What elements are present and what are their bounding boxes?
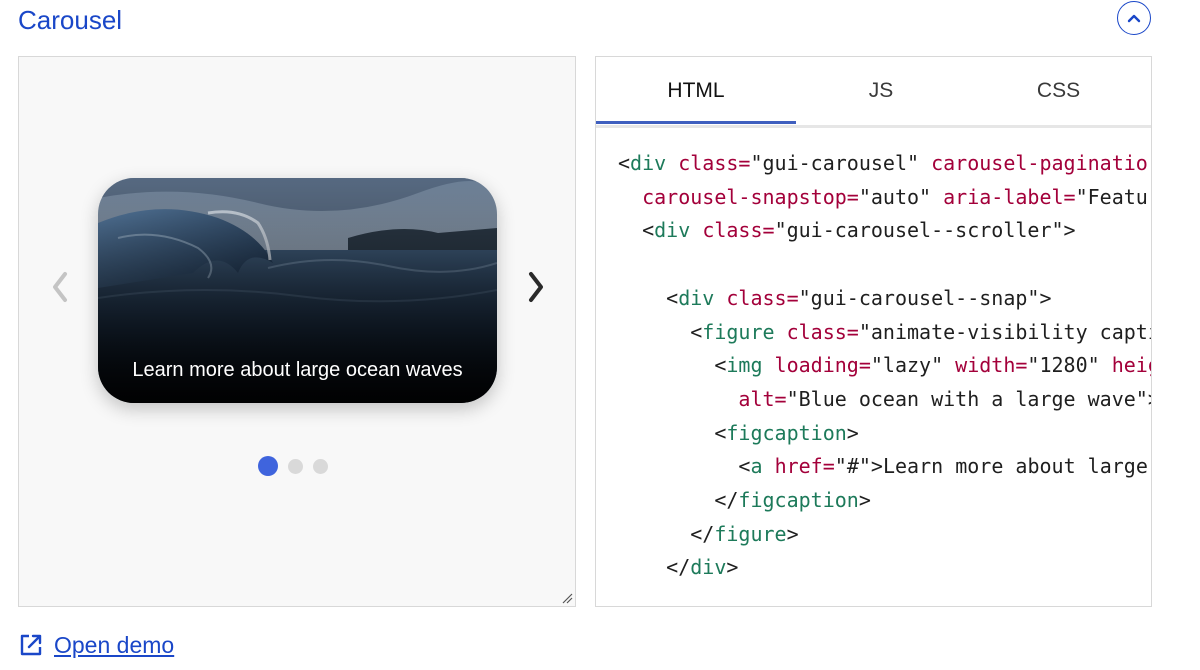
tab-js[interactable]: JS bbox=[796, 57, 966, 125]
demo-panel: Learn more about large ocean waves bbox=[18, 56, 576, 607]
chevron-left-icon bbox=[53, 272, 67, 302]
slide-caption-link[interactable]: Learn more about large ocean waves bbox=[98, 357, 497, 383]
chevron-up-icon bbox=[1127, 14, 1141, 23]
carousel-slide[interactable]: Learn more about large ocean waves bbox=[98, 178, 497, 403]
code-block: <div class="gui-carousel" carousel-pagin… bbox=[618, 151, 1152, 580]
open-demo-link[interactable]: Open demo bbox=[54, 630, 174, 660]
carousel-next-button[interactable] bbox=[521, 267, 551, 307]
tab-html[interactable]: HTML bbox=[596, 57, 796, 125]
code-panel: HTML JS CSS <div class="gui-carousel" ca… bbox=[595, 56, 1152, 607]
carousel-pagination bbox=[258, 456, 328, 476]
section-title: Carousel bbox=[18, 5, 123, 35]
pagination-dot-3[interactable] bbox=[313, 458, 328, 474]
carousel-prev-button[interactable] bbox=[45, 267, 75, 307]
pagination-dot-2[interactable] bbox=[288, 458, 303, 474]
tab-css[interactable]: CSS bbox=[966, 57, 1151, 125]
chevron-right-icon bbox=[529, 272, 543, 302]
open-demo-row: Open demo bbox=[18, 630, 174, 660]
code-tabs: HTML JS CSS bbox=[596, 57, 1151, 128]
resize-handle-icon[interactable] bbox=[561, 592, 573, 604]
pagination-dot-1[interactable] bbox=[258, 456, 278, 476]
collapse-button[interactable] bbox=[1117, 1, 1151, 35]
external-link-icon[interactable] bbox=[18, 632, 44, 658]
active-tab-indicator bbox=[596, 121, 796, 124]
